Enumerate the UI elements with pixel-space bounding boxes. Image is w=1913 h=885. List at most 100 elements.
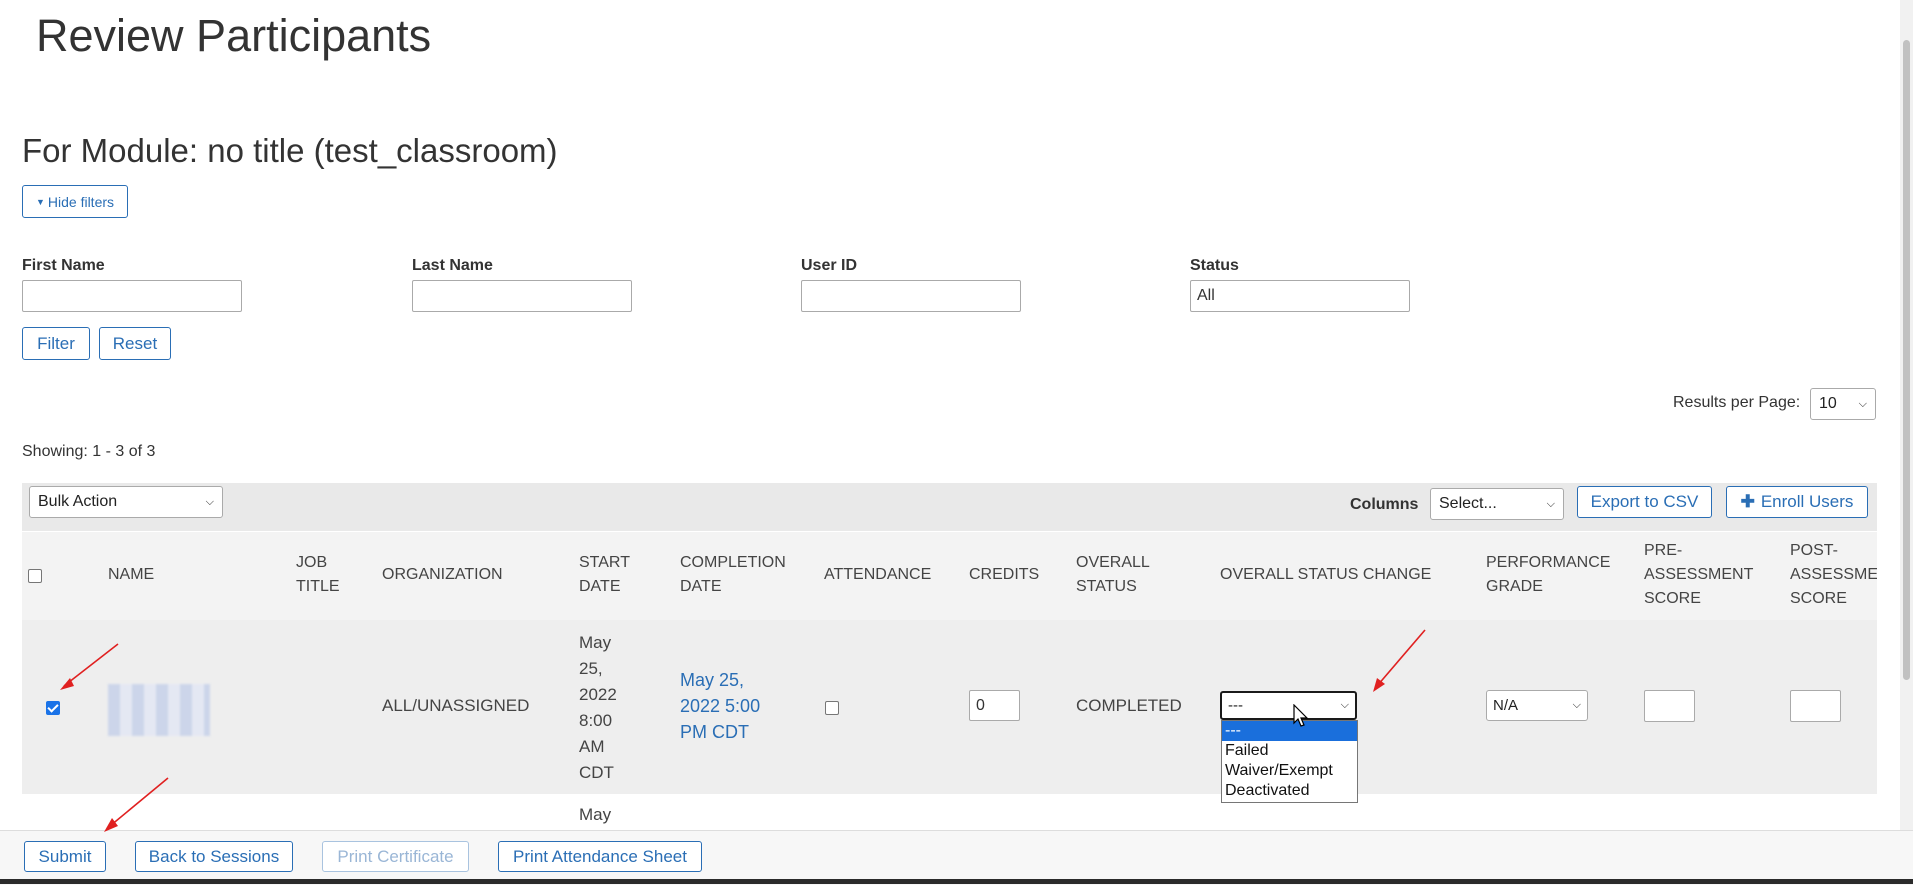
chevron-down-icon: ⌵	[205, 495, 214, 508]
row-completion-date-line: 2022 5:00	[680, 696, 761, 716]
column-start-date: START DATE	[579, 551, 630, 599]
dropdown-option[interactable]: Failed	[1222, 741, 1357, 761]
column-post-assessment: POST- ASSESSMENT SCORE	[1790, 539, 1877, 611]
pre-assessment-input[interactable]	[1644, 690, 1695, 722]
row-completion-date-line: May 25,	[680, 670, 745, 690]
print-attendance-sheet-button[interactable]: Print Attendance Sheet	[498, 841, 702, 872]
column-pre-assessment-line2: ASSESSMENT	[1644, 566, 1754, 583]
column-pre-assessment: PRE- ASSESSMENT SCORE	[1644, 539, 1753, 611]
column-overall-status-change: OVERALL STATUS CHANGE	[1220, 566, 1432, 583]
plus-icon: ✚	[1740, 492, 1755, 511]
annotation-arrow-icon	[1373, 629, 1426, 692]
column-job-title-line1: JOB	[296, 554, 328, 571]
back-to-sessions-button[interactable]: Back to Sessions	[135, 841, 293, 872]
chevron-down-icon: ⌵	[1572, 699, 1581, 711]
dropdown-option[interactable]: Waiver/Exempt	[1222, 761, 1357, 781]
first-name-label: First Name	[22, 257, 105, 274]
column-organization: ORGANIZATION	[382, 566, 503, 583]
chevron-down-icon: ⌵	[1858, 397, 1867, 410]
attendance-checkbox[interactable]	[825, 701, 839, 715]
page-title: Review Participants	[36, 10, 432, 61]
last-name-input[interactable]	[412, 280, 632, 312]
scrollbar-thumb[interactable]	[1903, 40, 1910, 680]
user-id-label: User ID	[801, 257, 858, 274]
columns-label: Columns	[1350, 496, 1419, 513]
user-id-input[interactable]	[801, 280, 1021, 312]
submit-button[interactable]: Submit	[24, 841, 106, 872]
status-label: Status	[1190, 257, 1239, 274]
row-start-date-line: 25,	[579, 659, 603, 678]
column-pre-assessment-line3: SCORE	[1644, 590, 1701, 607]
enroll-users-button[interactable]: ✚ Enroll Users	[1726, 486, 1868, 518]
column-job-title-line2: TITLE	[296, 578, 340, 595]
credits-input[interactable]: 0	[969, 690, 1020, 721]
mouse-cursor-icon	[1293, 704, 1309, 727]
performance-grade-value: N/A	[1493, 697, 1519, 714]
row-overall-status: COMPLETED	[1076, 696, 1182, 715]
table-row	[22, 620, 1877, 794]
column-overall-status-line2: STATUS	[1076, 578, 1137, 595]
post-assessment-input[interactable]	[1790, 690, 1841, 722]
enroll-users-label: Enroll Users	[1760, 492, 1854, 511]
column-job-title: JOB TITLE	[296, 551, 340, 599]
row-completion-date-link[interactable]: May 25, 2022 5:00 PM CDT	[680, 667, 760, 745]
row-start-date-line: AM	[579, 737, 605, 756]
caret-down-icon: ▼	[35, 196, 45, 207]
row-start-date-line: May	[579, 633, 612, 652]
column-attendance: ATTENDANCE	[824, 566, 932, 583]
column-start-date-line2: DATE	[579, 578, 621, 595]
row-start-date: May 25, 2022 8:00 AM CDT	[579, 630, 617, 786]
column-performance-grade-line1: PERFORMANCE	[1486, 554, 1611, 571]
last-name-label: Last Name	[412, 257, 493, 274]
column-start-date-line1: START	[579, 554, 630, 571]
column-pre-assessment-line1: PRE-	[1644, 542, 1683, 559]
row-start-date-line: CDT	[579, 763, 614, 782]
window-bottom-edge	[0, 879, 1913, 884]
select-all-checkbox[interactable]	[28, 569, 42, 583]
chevron-down-icon: ⌵	[1340, 699, 1349, 711]
column-name: NAME	[108, 566, 155, 583]
annotation-arrow-icon	[60, 643, 119, 690]
dropdown-option[interactable]: Deactivated	[1222, 781, 1357, 801]
export-csv-button[interactable]: Export to CSV	[1577, 486, 1712, 518]
row2-start-date-partial: May	[579, 805, 612, 824]
status-change-dropdown-list[interactable]: --- Failed Waiver/Exempt Deactivated	[1221, 720, 1358, 803]
dropdown-option[interactable]: ---	[1222, 721, 1357, 741]
hide-filters-label: Hide filters	[47, 193, 115, 210]
hide-filters-button[interactable]: ▼ Hide filters	[22, 185, 128, 218]
column-post-assessment-line1: POST-	[1790, 542, 1839, 559]
column-completion-date-line2: DATE	[680, 578, 722, 595]
reset-button[interactable]: Reset	[99, 327, 171, 360]
columns-select[interactable]: Select... ⌵	[1430, 488, 1564, 520]
filter-button[interactable]: Filter	[22, 327, 90, 360]
showing-count: Showing: 1 - 3 of 3	[22, 443, 156, 460]
row-completion-date-line: PM CDT	[680, 722, 749, 742]
results-per-page-select[interactable]: 10 ⌵	[1810, 388, 1876, 420]
performance-grade-select[interactable]: N/A ⌵	[1486, 690, 1588, 721]
first-name-input[interactable]	[22, 280, 242, 312]
column-completion-date-line1: COMPLETION	[680, 554, 786, 571]
column-overall-status: OVERALL STATUS	[1076, 551, 1150, 599]
column-completion-date: COMPLETION DATE	[680, 551, 786, 599]
bulk-action-value: Bulk Action	[38, 493, 118, 510]
row-start-date-line: 2022	[579, 685, 617, 704]
status-input[interactable]: All	[1190, 280, 1410, 312]
chevron-down-icon: ⌵	[1546, 497, 1555, 510]
column-performance-grade-line2: GRADE	[1486, 578, 1543, 595]
column-credits: CREDITS	[969, 566, 1040, 583]
status-change-value: ---	[1228, 697, 1243, 714]
column-performance-grade: PERFORMANCE GRADE	[1486, 551, 1610, 599]
row-organization: ALL/UNASSIGNED	[382, 696, 530, 715]
columns-select-value: Select...	[1439, 495, 1497, 512]
row-select-checkbox[interactable]	[46, 701, 60, 715]
print-certificate-button[interactable]: Print Certificate	[322, 841, 469, 872]
results-per-page-value: 10	[1819, 395, 1837, 412]
status-change-select[interactable]: --- ⌵	[1220, 691, 1357, 720]
row-start-date-line: 8:00	[579, 711, 613, 730]
annotation-arrow-icon	[104, 777, 169, 832]
column-post-assessment-line2: ASSESSMENT	[1790, 566, 1877, 583]
bulk-action-select[interactable]: Bulk Action ⌵	[29, 486, 223, 518]
column-overall-status-line1: OVERALL	[1076, 554, 1150, 571]
column-post-assessment-line3: SCORE	[1790, 590, 1847, 607]
module-heading: For Module: no title (test_classroom)	[22, 132, 558, 169]
